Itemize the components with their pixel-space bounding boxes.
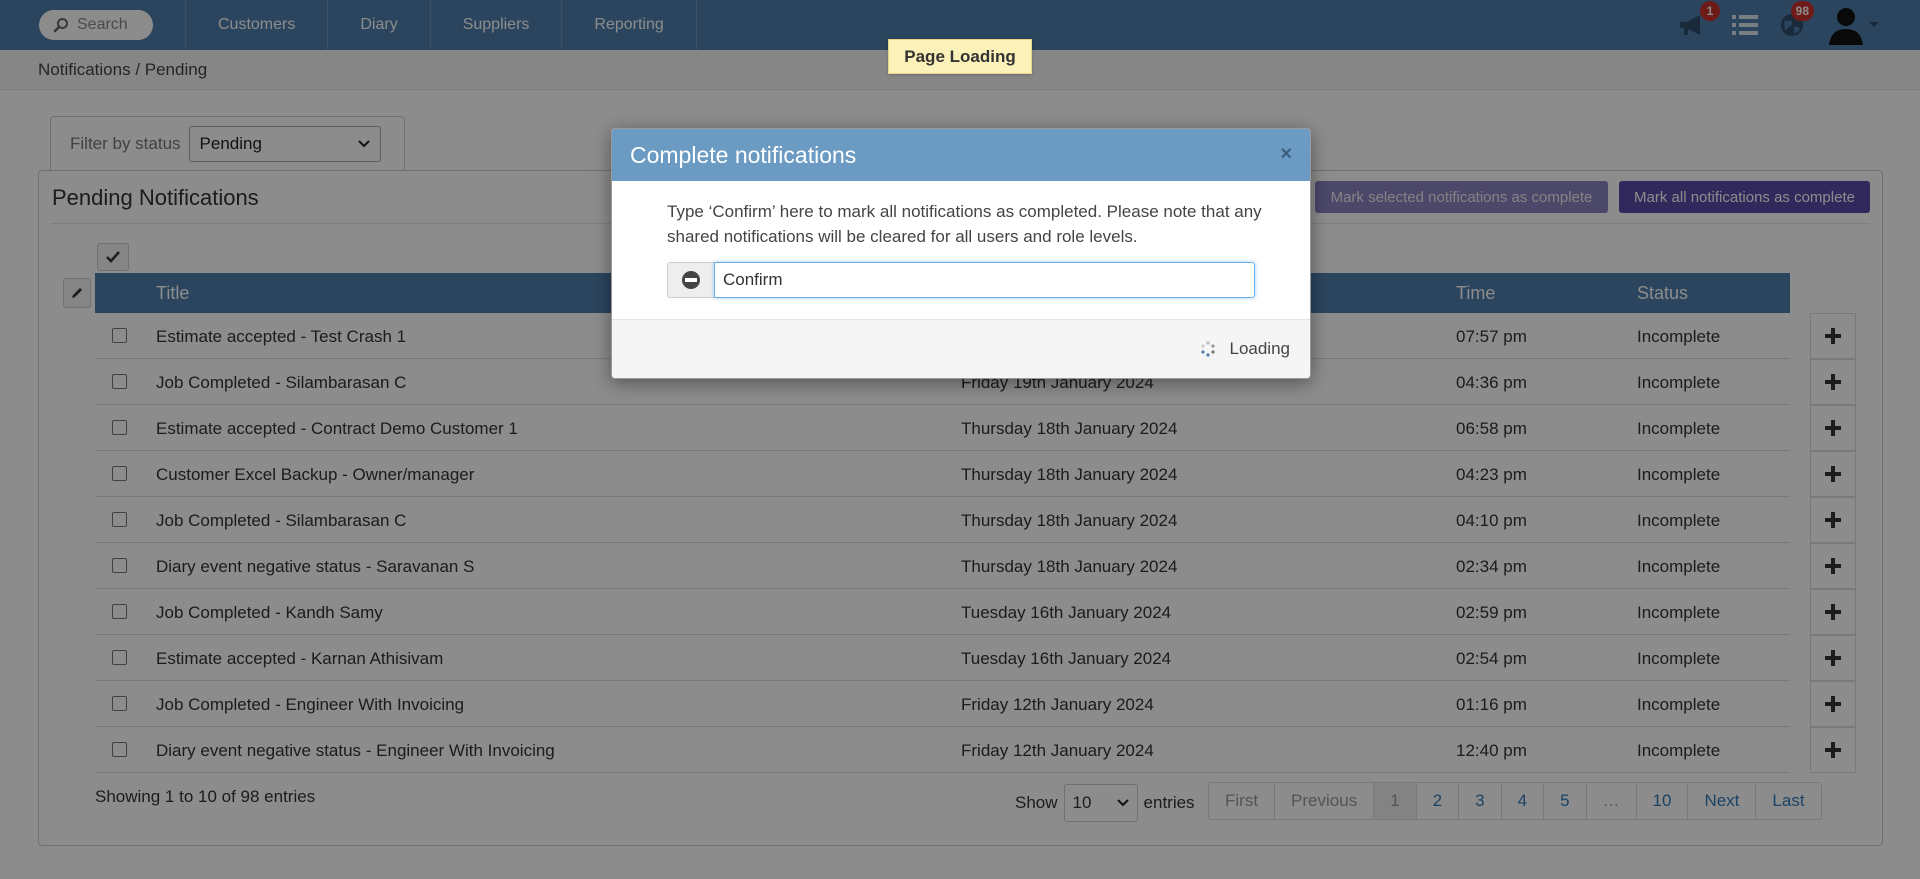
modal-loading-indicator: Loading — [1199, 339, 1290, 359]
page-loading-indicator: Page Loading — [888, 39, 1032, 74]
confirm-input[interactable] — [714, 262, 1255, 298]
modal-title: Complete notifications — [630, 141, 857, 168]
modal-instructions: Type ‘Confirm’ here to mark all notifica… — [667, 202, 1262, 246]
modal-footer: Loading — [612, 319, 1310, 378]
complete-notifications-modal: Complete notifications × Type ‘Confirm’ … — [611, 128, 1311, 379]
confirm-input-group — [667, 262, 1255, 298]
loading-label: Loading — [1229, 339, 1290, 358]
minus-circle-icon — [682, 271, 700, 289]
spinner-icon — [1201, 341, 1216, 357]
modal-header: Complete notifications × — [612, 129, 1310, 181]
input-addon — [667, 262, 714, 298]
close-icon[interactable]: × — [1280, 143, 1292, 166]
